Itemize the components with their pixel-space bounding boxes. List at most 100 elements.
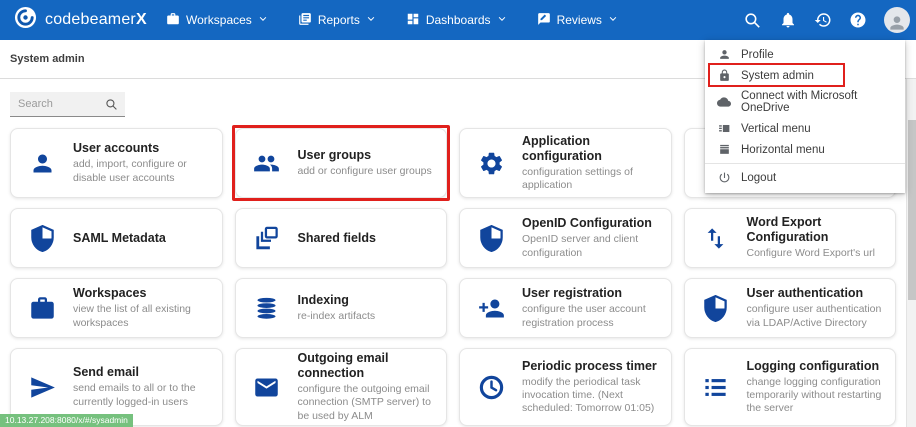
menu-workspaces[interactable]: Workspaces: [166, 12, 268, 29]
chevron-down-icon: [497, 13, 507, 27]
bulleted-list-icon: [685, 374, 747, 401]
admin-search-box: [10, 92, 125, 117]
notifications-bell-icon[interactable]: [779, 11, 797, 29]
card-user-authentication[interactable]: User authenticationconfigure user authen…: [684, 278, 897, 338]
search-input[interactable]: [10, 98, 105, 110]
card-saml-metadata[interactable]: SAML Metadata: [10, 208, 223, 268]
power-icon: [717, 171, 731, 184]
help-icon[interactable]: [849, 11, 867, 29]
reviews-icon: [537, 12, 551, 29]
card-subtitle: send emails to all or to the currently l…: [73, 382, 216, 408]
chevron-down-icon: [258, 13, 268, 27]
menu-item-horizontal-menu[interactable]: Horizontal menu: [705, 139, 905, 160]
card-outgoing-email-connection[interactable]: Outgoing email connectionconfigure the o…: [235, 348, 448, 426]
card-title: Word Export Configuration: [747, 215, 890, 245]
search-icon[interactable]: [743, 11, 762, 30]
card-subtitle: configure the user account registration …: [522, 303, 665, 329]
menu-dashboards[interactable]: Dashboards: [406, 12, 507, 29]
card-subtitle: re-index artifacts: [298, 310, 441, 323]
card-title: Logging configuration: [747, 359, 890, 374]
person-icon: [11, 150, 73, 177]
shield-half-icon: [11, 225, 73, 252]
card-workspaces[interactable]: Workspaces view the list of all existing …: [10, 278, 223, 338]
history-icon[interactable]: [814, 11, 832, 29]
horizontal-menu-icon: [717, 143, 731, 156]
card-subtitle: change logging configuration temporarily…: [747, 376, 890, 415]
vertical-scrollbar-thumb[interactable]: [908, 120, 916, 300]
card-subtitle: modify the periodical task invocation ti…: [522, 376, 665, 415]
card-subtitle: view the list of all existing workspaces: [73, 303, 216, 329]
menu-reviews[interactable]: Reviews: [537, 12, 618, 29]
menu-item-label: Logout: [741, 172, 776, 184]
top-right-icons: [743, 0, 910, 40]
app-logo[interactable]: codebeamerX: [14, 6, 147, 34]
swap-vertical-icon: [685, 225, 747, 252]
shield-half-icon: [685, 295, 747, 322]
card-title: User groups: [298, 148, 441, 163]
people-icon: [236, 150, 298, 177]
person-add-icon: [460, 295, 522, 322]
user-dropdown-menu: Profile System admin Connect with Micros…: [705, 40, 905, 193]
vertical-scrollbar-track[interactable]: [906, 79, 916, 427]
card-title: Indexing: [298, 293, 441, 308]
top-nav-bar: codebeamerX Workspaces Reports Dashboard…: [0, 0, 916, 40]
menu-item-label: Vertical menu: [741, 123, 811, 135]
menu-item-label: Profile: [741, 49, 774, 61]
menu-divider: [705, 163, 905, 164]
card-title: User accounts: [73, 141, 216, 156]
dashboard-icon: [406, 12, 420, 29]
menu-item-label: System admin: [741, 70, 814, 82]
briefcase-icon: [11, 295, 73, 322]
card-user-groups[interactable]: User groupsadd or configure user groups: [235, 128, 448, 198]
menu-label: Reports: [318, 13, 360, 27]
vertical-menu-icon: [717, 122, 731, 135]
database-icon: [236, 295, 298, 322]
menu-item-logout[interactable]: Logout: [705, 167, 905, 188]
gear-icon: [460, 150, 522, 177]
menu-label: Dashboards: [426, 13, 491, 27]
menu-item-label: Connect with Microsoft OneDrive: [741, 90, 893, 114]
menu-label: Workspaces: [186, 13, 252, 27]
card-title: Workspaces: [73, 286, 216, 301]
card-subtitle: configure user authentication via LDAP/A…: [747, 303, 890, 329]
menu-item-vertical-menu[interactable]: Vertical menu: [705, 118, 905, 139]
clock-icon: [460, 374, 522, 401]
menu-item-system-admin[interactable]: System admin: [705, 65, 905, 86]
card-user-registration[interactable]: User registrationconfigure the user acco…: [459, 278, 672, 338]
card-application-configuration[interactable]: Application configurationconfiguration s…: [459, 128, 672, 198]
envelope-icon: [236, 374, 298, 401]
stacked-copies-icon: [236, 225, 298, 252]
reports-icon: [298, 12, 312, 29]
chevron-down-icon: [608, 13, 618, 27]
system-admin-page: codebeamerX Workspaces Reports Dashboard…: [0, 0, 916, 427]
search-icon[interactable]: [105, 98, 118, 111]
card-subtitle: configuration settings of application: [522, 166, 665, 192]
card-user-accounts[interactable]: User accounts add, import, configure or d…: [10, 128, 223, 198]
card-word-export-configuration[interactable]: Word Export ConfigurationConfigure Word …: [684, 208, 897, 268]
person-icon: [717, 48, 731, 61]
page-title: System admin: [10, 53, 85, 65]
card-subtitle: add, import, configure or disable user a…: [73, 158, 216, 184]
menu-item-connect-onedrive[interactable]: Connect with Microsoft OneDrive: [705, 86, 905, 118]
menu-item-label: Horizontal menu: [741, 144, 825, 156]
card-title: OpenID Configuration: [522, 216, 665, 231]
card-openid-configuration[interactable]: OpenID Configuration OpenID server and cl…: [459, 208, 672, 268]
menu-item-profile[interactable]: Profile: [705, 44, 905, 65]
card-periodic-process-timer[interactable]: Periodic process timermodify the periodi…: [459, 348, 672, 426]
card-title: Send email: [73, 365, 216, 380]
card-title: SAML Metadata: [73, 231, 216, 246]
card-shared-fields[interactable]: Shared fields: [235, 208, 448, 268]
menu-reports[interactable]: Reports: [298, 12, 376, 29]
card-title: Shared fields: [298, 231, 441, 246]
card-subtitle: configure the outgoing email connection …: [298, 383, 441, 422]
menu-label: Reviews: [557, 13, 602, 27]
card-logging-configuration[interactable]: Logging configuration change logging conf…: [684, 348, 897, 426]
card-subtitle: OpenID server and client configuration: [522, 233, 665, 259]
card-title: Application configuration: [522, 134, 665, 164]
logo-text: codebeamerX: [45, 11, 147, 29]
briefcase-icon: [166, 12, 180, 29]
card-indexing[interactable]: Indexing re-index artifacts: [235, 278, 448, 338]
user-avatar[interactable]: [884, 7, 910, 33]
send-icon: [11, 374, 73, 401]
lock-icon: [717, 69, 731, 82]
